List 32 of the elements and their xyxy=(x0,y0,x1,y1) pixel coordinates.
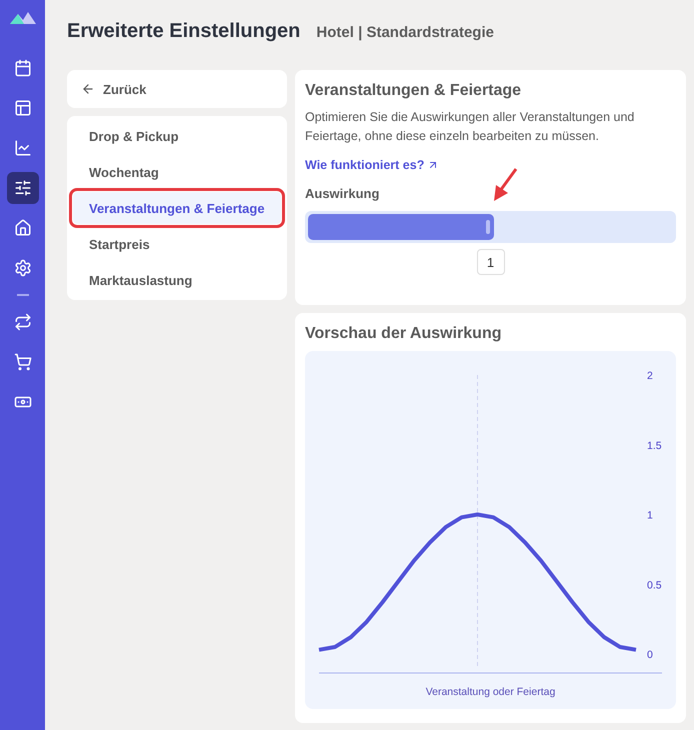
back-button[interactable]: Zurück xyxy=(67,70,287,108)
line-chart-icon xyxy=(14,139,32,157)
slider-value: 1 xyxy=(476,249,504,275)
settings-nav-item[interactable]: Startpreis xyxy=(73,228,281,260)
logo-icon xyxy=(10,10,36,24)
settings-icon xyxy=(14,259,32,277)
axis-tick-label: 1.5 xyxy=(647,440,662,452)
axis-tick-label: 1 xyxy=(647,510,653,522)
rail-button[interactable] xyxy=(6,172,38,204)
axis-tick-label: 2 xyxy=(647,370,653,382)
settings-nav-item[interactable]: Wochentag xyxy=(73,156,281,188)
impact-slider-fill[interactable] xyxy=(308,214,494,240)
page-title: Erweiterte Einstellungen xyxy=(67,20,300,43)
card-title: Veranstaltungen & Feiertage xyxy=(305,82,522,100)
house-icon xyxy=(14,219,32,237)
card-title: Vorschau der Auswirkung xyxy=(305,325,502,343)
page-subtitle: Hotel | Standardstrategie xyxy=(316,24,494,41)
repeat-icon xyxy=(14,313,32,331)
card-description: Optimieren Sie die Auswirkungen aller Veranstaltungen und Feiertage, ohne diese einzeln bearbeiten zu müssen. xyxy=(305,109,636,145)
impact-slider-track[interactable] xyxy=(305,211,676,243)
layout-icon xyxy=(14,99,32,117)
settings-nav-item[interactable]: Drop & Pickup xyxy=(73,120,281,152)
slider-label: Auswirkung xyxy=(305,186,380,201)
calendar-icon xyxy=(14,59,32,77)
sliders-icon xyxy=(14,179,32,197)
axis-tick-label: 0 xyxy=(647,649,653,661)
x-axis-label: Veranstaltung oder Feiertag xyxy=(426,686,556,698)
cart-icon xyxy=(14,353,32,371)
axis-tick-label: 0.5 xyxy=(647,579,662,592)
help-link[interactable]: Wie funktioniert es? xyxy=(305,158,440,172)
settings-nav-item[interactable]: Marktauslastung xyxy=(73,264,281,296)
settings-nav-item[interactable]: Veranstaltungen & Feiertage xyxy=(73,192,281,224)
